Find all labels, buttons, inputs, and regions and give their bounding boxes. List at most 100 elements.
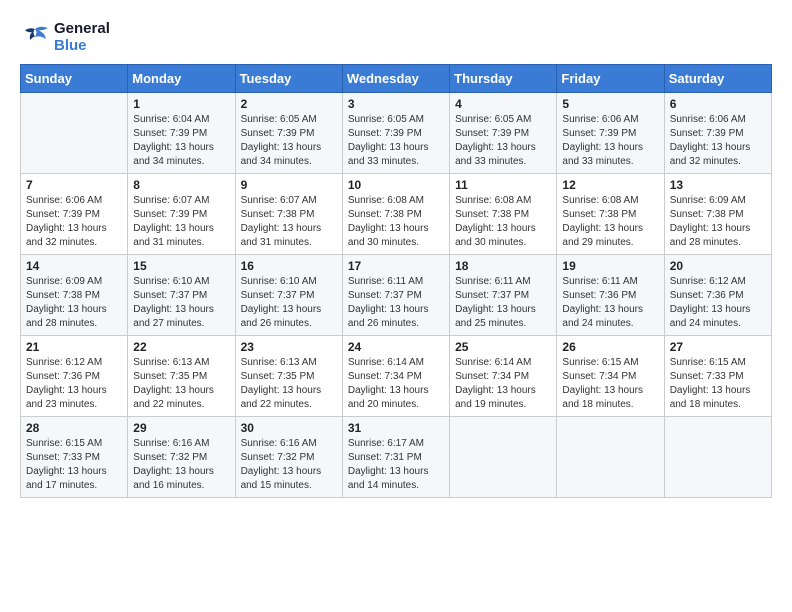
day-number: 28: [26, 421, 122, 435]
calendar-cell: 17Sunrise: 6:11 AM Sunset: 7:37 PM Dayli…: [342, 255, 449, 336]
calendar-cell: 8 Sunrise: 6:07 AM Sunset: 7:39 PM Daylig…: [128, 174, 235, 255]
logo: General Blue: [20, 20, 110, 54]
calendar-cell: 26Sunrise: 6:15 AM Sunset: 7:34 PM Dayli…: [557, 336, 664, 417]
calendar-cell: 4 Sunrise: 6:05 AM Sunset: 7:39 PM Daylig…: [450, 93, 557, 174]
day-info: Sunrise: 6:08 AM Sunset: 7:38 PM Dayligh…: [455, 194, 551, 250]
calendar-cell: 3 Sunrise: 6:05 AM Sunset: 7:39 PM Daylig…: [342, 93, 449, 174]
day-info: Sunrise: 6:05 AM Sunset: 7:39 PM Dayligh…: [241, 113, 337, 169]
day-number: 25: [455, 340, 551, 354]
day-info: Sunrise: 6:12 AM Sunset: 7:36 PM Dayligh…: [670, 275, 766, 331]
calendar-week-row: 28Sunrise: 6:15 AM Sunset: 7:33 PM Dayli…: [21, 417, 772, 498]
day-info: Sunrise: 6:05 AM Sunset: 7:39 PM Dayligh…: [348, 113, 444, 169]
day-number: 8: [133, 178, 229, 192]
calendar-cell: 25 Sunrise: 6:14 AM Sunset: 7:34 PM Dayli…: [450, 336, 557, 417]
day-info: Sunrise: 6:15 AM Sunset: 7:33 PM Dayligh…: [670, 356, 766, 412]
day-number: 3: [348, 97, 444, 111]
calendar-cell: 30 Sunrise: 6:16 AM Sunset: 7:32 PM Dayli…: [235, 417, 342, 498]
calendar-cell: 5 Sunrise: 6:06 AM Sunset: 7:39 PM Daylig…: [557, 93, 664, 174]
calendar-cell: 1 Sunrise: 6:04 AM Sunset: 7:39 PM Daylig…: [128, 93, 235, 174]
calendar-cell: [664, 417, 771, 498]
day-info: Sunrise: 6:11 AM Sunset: 7:37 PM Dayligh…: [455, 275, 551, 331]
calendar-cell: 28Sunrise: 6:15 AM Sunset: 7:33 PM Dayli…: [21, 417, 128, 498]
calendar-cell: [450, 417, 557, 498]
day-number: 22: [133, 340, 229, 354]
day-number: 4: [455, 97, 551, 111]
calendar-body: 1 Sunrise: 6:04 AM Sunset: 7:39 PM Daylig…: [21, 93, 772, 498]
day-info: Sunrise: 6:13 AM Sunset: 7:35 PM Dayligh…: [241, 356, 337, 412]
column-header-wednesday: Wednesday: [342, 65, 449, 93]
day-info: Sunrise: 6:10 AM Sunset: 7:37 PM Dayligh…: [133, 275, 229, 331]
calendar-cell: 20 Sunrise: 6:12 AM Sunset: 7:36 PM Dayli…: [664, 255, 771, 336]
calendar-cell: 9 Sunrise: 6:07 AM Sunset: 7:38 PM Daylig…: [235, 174, 342, 255]
day-info: Sunrise: 6:07 AM Sunset: 7:39 PM Dayligh…: [133, 194, 229, 250]
calendar-cell: 14 Sunrise: 6:09 AM Sunset: 7:38 PM Dayli…: [21, 255, 128, 336]
day-info: Sunrise: 6:09 AM Sunset: 7:38 PM Dayligh…: [26, 275, 122, 331]
day-number: 16: [241, 259, 337, 273]
day-number: 30: [241, 421, 337, 435]
day-number: 9: [241, 178, 337, 192]
calendar-table: SundayMondayTuesdayWednesdayThursdayFrid…: [20, 64, 772, 498]
day-number: 17: [348, 259, 444, 273]
day-info: Sunrise: 6:09 AM Sunset: 7:38 PM Dayligh…: [670, 194, 766, 250]
calendar-week-row: 14 Sunrise: 6:09 AM Sunset: 7:38 PM Dayli…: [21, 255, 772, 336]
calendar-cell: 19 Sunrise: 6:11 AM Sunset: 7:36 PM Dayli…: [557, 255, 664, 336]
day-number: 27: [670, 340, 766, 354]
day-number: 2: [241, 97, 337, 111]
calendar-cell: 6Sunrise: 6:06 AM Sunset: 7:39 PM Daylig…: [664, 93, 771, 174]
day-info: Sunrise: 6:13 AM Sunset: 7:35 PM Dayligh…: [133, 356, 229, 412]
calendar-cell: [557, 417, 664, 498]
calendar-cell: 12Sunrise: 6:08 AM Sunset: 7:38 PM Dayli…: [557, 174, 664, 255]
column-header-sunday: Sunday: [21, 65, 128, 93]
day-number: 31: [348, 421, 444, 435]
day-info: Sunrise: 6:10 AM Sunset: 7:37 PM Dayligh…: [241, 275, 337, 331]
column-header-monday: Monday: [128, 65, 235, 93]
calendar-cell: [21, 93, 128, 174]
day-info: Sunrise: 6:06 AM Sunset: 7:39 PM Dayligh…: [26, 194, 122, 250]
calendar-cell: 18 Sunrise: 6:11 AM Sunset: 7:37 PM Dayli…: [450, 255, 557, 336]
calendar-cell: 13Sunrise: 6:09 AM Sunset: 7:38 PM Dayli…: [664, 174, 771, 255]
day-number: 6: [670, 97, 766, 111]
column-header-thursday: Thursday: [450, 65, 557, 93]
day-number: 23: [241, 340, 337, 354]
column-header-friday: Friday: [557, 65, 664, 93]
day-info: Sunrise: 6:06 AM Sunset: 7:39 PM Dayligh…: [562, 113, 658, 169]
logo-text: General Blue: [54, 20, 110, 54]
day-info: Sunrise: 6:08 AM Sunset: 7:38 PM Dayligh…: [562, 194, 658, 250]
calendar-cell: 24 Sunrise: 6:14 AM Sunset: 7:34 PM Dayli…: [342, 336, 449, 417]
day-number: 14: [26, 259, 122, 273]
day-number: 19: [562, 259, 658, 273]
day-number: 11: [455, 178, 551, 192]
day-number: 21: [26, 340, 122, 354]
calendar-cell: 22 Sunrise: 6:13 AM Sunset: 7:35 PM Dayli…: [128, 336, 235, 417]
calendar-cell: 16 Sunrise: 6:10 AM Sunset: 7:37 PM Dayli…: [235, 255, 342, 336]
day-number: 18: [455, 259, 551, 273]
day-info: Sunrise: 6:11 AM Sunset: 7:36 PM Dayligh…: [562, 275, 658, 331]
calendar-week-row: 21 Sunrise: 6:12 AM Sunset: 7:36 PM Dayli…: [21, 336, 772, 417]
calendar-cell: 29 Sunrise: 6:16 AM Sunset: 7:32 PM Dayli…: [128, 417, 235, 498]
day-info: Sunrise: 6:07 AM Sunset: 7:38 PM Dayligh…: [241, 194, 337, 250]
calendar-week-row: 7Sunrise: 6:06 AM Sunset: 7:39 PM Daylig…: [21, 174, 772, 255]
calendar-cell: 11 Sunrise: 6:08 AM Sunset: 7:38 PM Dayli…: [450, 174, 557, 255]
column-header-saturday: Saturday: [664, 65, 771, 93]
day-info: Sunrise: 6:12 AM Sunset: 7:36 PM Dayligh…: [26, 356, 122, 412]
day-info: Sunrise: 6:04 AM Sunset: 7:39 PM Dayligh…: [133, 113, 229, 169]
day-number: 1: [133, 97, 229, 111]
day-number: 20: [670, 259, 766, 273]
day-info: Sunrise: 6:16 AM Sunset: 7:32 PM Dayligh…: [241, 437, 337, 493]
day-number: 29: [133, 421, 229, 435]
calendar-cell: 2 Sunrise: 6:05 AM Sunset: 7:39 PM Daylig…: [235, 93, 342, 174]
column-header-tuesday: Tuesday: [235, 65, 342, 93]
day-info: Sunrise: 6:14 AM Sunset: 7:34 PM Dayligh…: [348, 356, 444, 412]
day-number: 5: [562, 97, 658, 111]
calendar-cell: 7Sunrise: 6:06 AM Sunset: 7:39 PM Daylig…: [21, 174, 128, 255]
day-info: Sunrise: 6:14 AM Sunset: 7:34 PM Dayligh…: [455, 356, 551, 412]
calendar-cell: 15Sunrise: 6:10 AM Sunset: 7:37 PM Dayli…: [128, 255, 235, 336]
day-number: 10: [348, 178, 444, 192]
day-number: 24: [348, 340, 444, 354]
day-info: Sunrise: 6:05 AM Sunset: 7:39 PM Dayligh…: [455, 113, 551, 169]
calendar-cell: 23 Sunrise: 6:13 AM Sunset: 7:35 PM Dayli…: [235, 336, 342, 417]
logo-icon: [20, 25, 50, 49]
day-info: Sunrise: 6:16 AM Sunset: 7:32 PM Dayligh…: [133, 437, 229, 493]
page-header: General Blue: [20, 20, 772, 54]
day-info: Sunrise: 6:08 AM Sunset: 7:38 PM Dayligh…: [348, 194, 444, 250]
